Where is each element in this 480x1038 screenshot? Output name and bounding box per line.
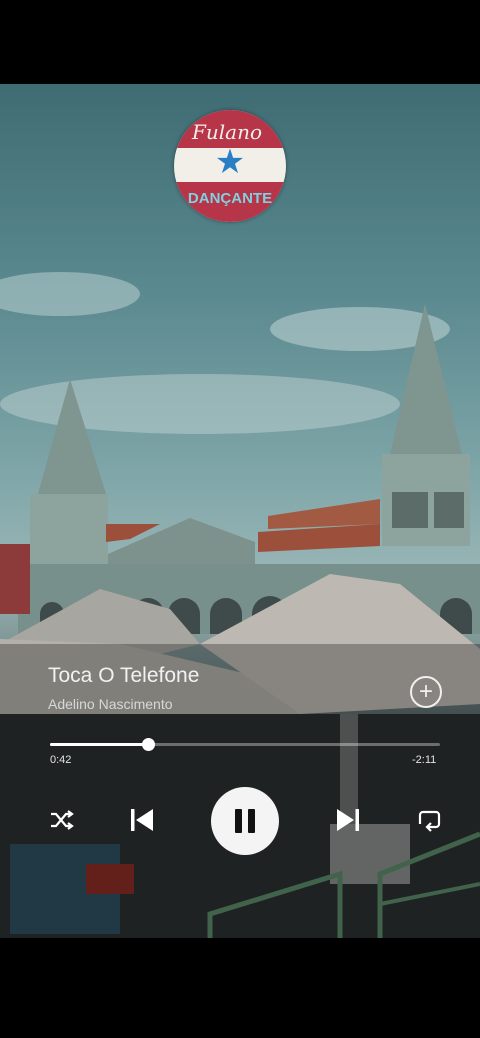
repeat-icon [418,810,441,832]
previous-button[interactable] [128,805,156,835]
star-icon: ★ [214,143,246,181]
station-logo: Fulano ★ DANÇANTE [174,110,286,222]
progress-fill [50,743,148,746]
progress-bar[interactable] [50,738,440,751]
track-title: Toca O Telefone [48,664,200,687]
bottom-letterbox [0,938,480,1038]
remaining-time: -2:11 [412,754,437,766]
next-button[interactable] [334,805,362,835]
shuffle-button[interactable] [48,806,76,834]
skip-next-icon [337,809,359,831]
logo-subtitle-text: DANÇANTE [187,190,273,207]
top-letterbox [0,0,480,84]
progress-handle[interactable] [141,738,155,751]
skip-previous-icon [131,809,153,831]
artist-name[interactable]: Adelino Nascimento [48,696,173,712]
add-to-library-button[interactable]: + [410,676,442,708]
elapsed-time: 0:42 [50,754,72,766]
play-pause-button[interactable] [211,787,279,855]
shuffle-icon [51,810,74,830]
repeat-button[interactable] [414,806,442,834]
pause-icon [235,809,255,833]
logo-brand-text: Fulano [192,120,262,144]
